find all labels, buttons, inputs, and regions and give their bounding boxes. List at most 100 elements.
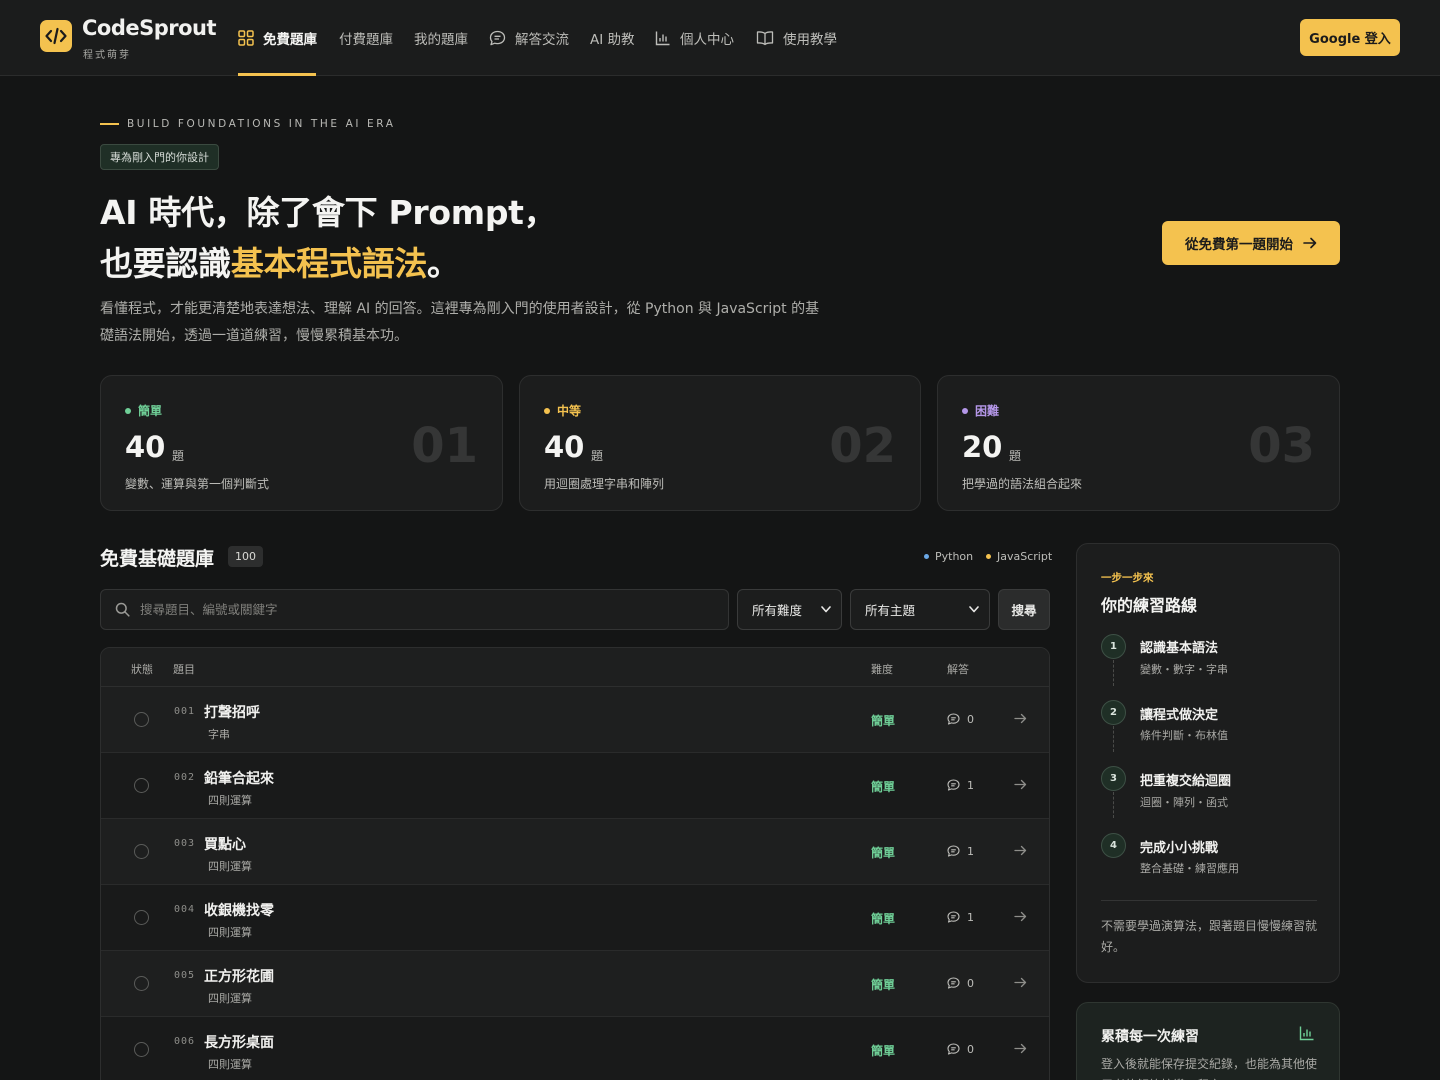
problem-topic: 四則運算 [208, 926, 252, 939]
brand-name[interactable]: CodeSprout [82, 16, 217, 40]
status-circle-icon[interactable] [134, 844, 149, 859]
step-subtitle: 變數・數字・字串 [1140, 663, 1228, 676]
difficulty-select[interactable]: 所有難度 [737, 589, 842, 630]
nav-label: 免費題庫 [263, 32, 317, 48]
arrow-right-icon[interactable] [1014, 1043, 1027, 1054]
problem-title[interactable]: 鉛筆合起來 [204, 768, 274, 788]
hero-tag: 專為剛入門的你設計 [100, 144, 219, 170]
nav-tutorial[interactable]: 使用教學 [756, 0, 837, 76]
arrow-right-icon[interactable] [1014, 977, 1027, 988]
problem-topic: 四則運算 [208, 860, 252, 873]
answer-count: 0 [967, 1043, 974, 1056]
legend-javascript: JavaScript [986, 550, 1052, 563]
step-subtitle: 迴圈・陣列・函式 [1140, 796, 1228, 809]
step-connector [1113, 660, 1114, 686]
problem-topic: 四則運算 [208, 1058, 252, 1071]
comment-icon [947, 1043, 960, 1055]
nav-label: AI 助教 [590, 32, 635, 48]
search-button[interactable]: 搜尋 [998, 589, 1050, 630]
level-dot [962, 407, 968, 414]
problem-title[interactable]: 長方形桌面 [204, 1032, 274, 1052]
path-note: 不需要學過演算法，跟著題目慢慢練習就好。 [1101, 919, 1318, 954]
step-number: 1 [1101, 634, 1126, 659]
step-subtitle: 條件判斷・布林值 [1140, 729, 1228, 742]
table-row[interactable]: 005 正方形花圃 四則運算 簡單 0 [101, 951, 1049, 1017]
arrow-right-icon[interactable] [1014, 779, 1027, 790]
problem-title[interactable]: 收銀機找零 [204, 900, 274, 920]
nav-label: 解答交流 [515, 32, 569, 48]
google-login-button[interactable]: Google 登入 [1300, 19, 1400, 56]
step-subtitle: 整合基礎・練習應用 [1140, 862, 1239, 875]
start-free-button[interactable]: 從免費第一題開始 [1162, 221, 1340, 265]
search-input[interactable] [140, 602, 700, 617]
nav-paid-bank[interactable]: 付費題庫 [339, 0, 393, 76]
problem-difficulty: 簡單 [871, 912, 896, 926]
hero-title-suffix: 。 [427, 244, 460, 283]
status-circle-icon[interactable] [134, 976, 149, 991]
legend-label: Python [935, 550, 974, 563]
problem-number: 002 [174, 772, 196, 783]
comment-icon [947, 779, 960, 791]
chevron-down-icon [821, 606, 831, 613]
legend-label: JavaScript [997, 550, 1053, 563]
table-row[interactable]: 004 收銀機找零 四則運算 簡單 1 [101, 885, 1049, 951]
nav-discussion[interactable]: 解答交流 [489, 0, 569, 76]
step-number: 4 [1101, 833, 1126, 858]
table-row[interactable]: 002 鉛筆合起來 四則運算 簡單 1 [101, 753, 1049, 819]
accumulate-title: 累積每一次練習 [1101, 1029, 1199, 1045]
practice-path-card: 一步一步來 你的練習路線 1 認識基本語法 變數・數字・字串 2 讓程式做決定 … [1076, 543, 1340, 983]
status-circle-icon[interactable] [134, 1042, 149, 1057]
level-dot [544, 407, 550, 414]
legend-dot [986, 554, 991, 559]
table-header: 狀態 題目 難度 解答 [101, 648, 1049, 687]
accumulate-card: 累積每一次練習 登入後就能保存提交紀錄，也能為其他使用者的解答按讚、留言。 [1076, 1002, 1340, 1080]
level-count: 40 [125, 430, 166, 464]
col-answers: 解答 [947, 663, 969, 676]
level-card-hard[interactable]: 困難 20 題 把學過的語法組合起來 03 [937, 375, 1340, 511]
nav-ai-tutor[interactable]: AI 助教 [590, 0, 635, 76]
code-logo-icon[interactable] [40, 20, 72, 52]
level-count: 40 [544, 430, 585, 464]
answer-count: 1 [967, 845, 974, 858]
problem-title[interactable]: 正方形花圃 [204, 966, 274, 986]
level-desc: 把學過的語法組合起來 [962, 477, 1083, 491]
nav-my-bank[interactable]: 我的題庫 [414, 0, 468, 76]
count-badge: 100 [228, 546, 263, 567]
level-card-easy[interactable]: 簡單 40 題 變數、運算與第一個判斷式 01 [100, 375, 503, 511]
problem-difficulty: 簡單 [871, 714, 896, 728]
legend-python: Python [924, 550, 973, 563]
level-name: 簡單 [138, 404, 163, 418]
status-circle-icon[interactable] [134, 712, 149, 727]
nav-profile[interactable]: 個人中心 [655, 0, 734, 76]
level-name: 困難 [975, 404, 1000, 418]
table-row[interactable]: 006 長方形桌面 四則運算 簡單 0 [101, 1017, 1049, 1080]
topic-select[interactable]: 所有主題 [850, 589, 990, 630]
chevron-down-icon [969, 606, 979, 613]
arrow-right-icon[interactable] [1014, 845, 1027, 856]
select-value: 所有主題 [865, 603, 916, 618]
status-circle-icon[interactable] [134, 910, 149, 925]
level-label: 中等 [544, 402, 581, 419]
answer-count: 0 [967, 713, 974, 726]
book-icon [756, 30, 774, 46]
problem-difficulty: 簡單 [871, 780, 896, 794]
status-circle-icon[interactable] [134, 778, 149, 793]
col-difficulty: 難度 [871, 663, 893, 676]
search-box[interactable] [100, 589, 729, 630]
arrow-right-icon [1303, 237, 1317, 249]
problem-title[interactable]: 買點心 [204, 834, 246, 854]
hero-title-highlight: 基本程式語法 [230, 244, 428, 283]
table-row[interactable]: 003 買點心 四則運算 簡單 1 [101, 819, 1049, 885]
table-row[interactable]: 001 打聲招呼 字串 簡單 0 [101, 687, 1049, 753]
nav-label: 使用教學 [783, 32, 837, 48]
problem-difficulty: 簡單 [871, 1044, 896, 1058]
answer-count: 0 [967, 977, 974, 990]
level-count: 20 [962, 430, 1003, 464]
step-number: 3 [1101, 766, 1126, 791]
nav-free-bank[interactable]: 免費題庫 [238, 0, 317, 76]
arrow-right-icon[interactable] [1014, 911, 1027, 922]
brand-subtitle: 程式萌芽 [83, 50, 131, 61]
problem-title[interactable]: 打聲招呼 [204, 702, 260, 722]
arrow-right-icon[interactable] [1014, 713, 1027, 724]
level-card-medium[interactable]: 中等 40 題 用迴圈處理字串和陣列 02 [519, 375, 921, 511]
